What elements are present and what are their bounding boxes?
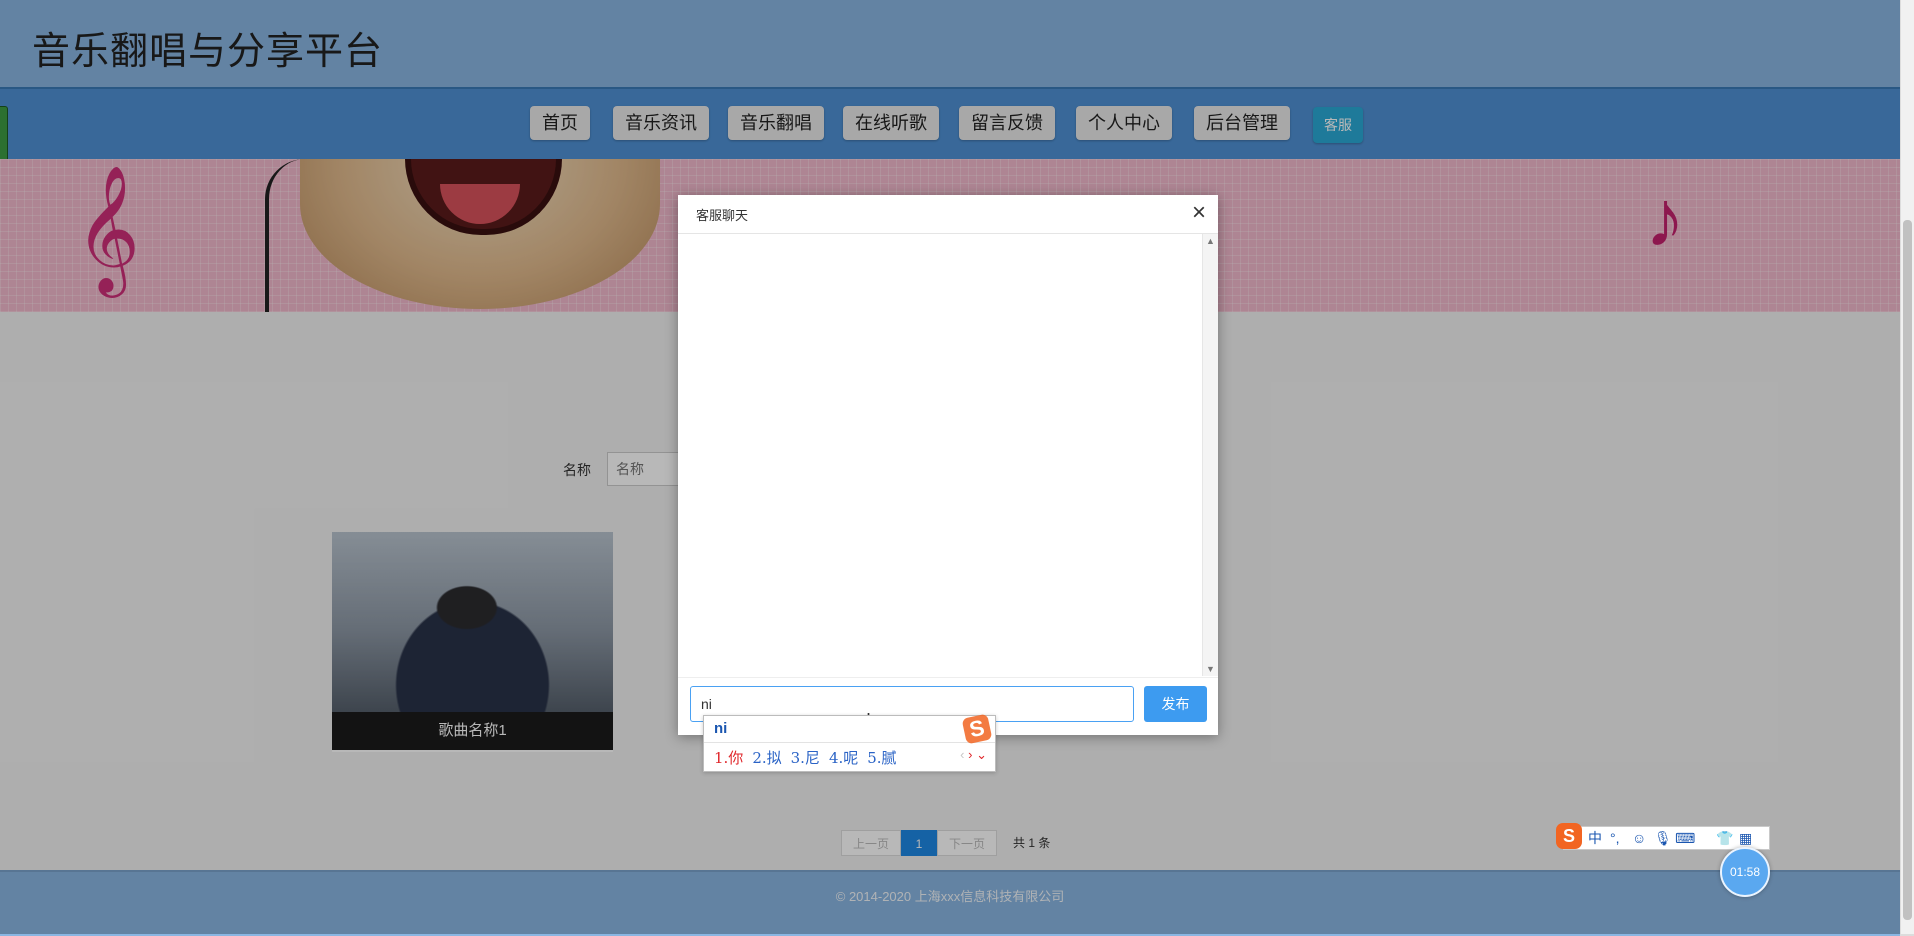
chevron-down-icon[interactable]: ⌄ bbox=[976, 747, 987, 762]
chat-dialog-title: 客服聊天 bbox=[696, 208, 749, 223]
sogou-logo-icon: S bbox=[961, 713, 993, 745]
chat-messages bbox=[678, 234, 1202, 676]
chat-dialog: 客服聊天 × ▲ ▼ ni 发布 bbox=[678, 195, 1218, 735]
skin-icon[interactable]: 👕 bbox=[1716, 829, 1733, 847]
ime-composition: ni bbox=[714, 720, 728, 737]
send-button[interactable]: 发布 bbox=[1144, 686, 1207, 722]
ime-candidate[interactable]: 4.呢 bbox=[829, 749, 858, 767]
scroll-down-icon[interactable]: ▼ bbox=[1206, 664, 1215, 674]
ime-candidate[interactable]: 3.尼 bbox=[791, 749, 820, 767]
timer-badge[interactable]: 01:58 bbox=[1720, 847, 1770, 897]
close-icon[interactable]: × bbox=[1192, 199, 1206, 227]
ime-candidates: 1.你 2.拟 3.尼 4.呢 5.腻 bbox=[714, 747, 906, 768]
page-scrollbar[interactable] bbox=[1900, 0, 1914, 934]
chat-dialog-header: 客服聊天 × bbox=[678, 195, 1218, 234]
chinese-mode-icon[interactable]: 中 bbox=[1588, 829, 1602, 847]
toolbox-icon[interactable]: ▦ bbox=[1739, 829, 1752, 847]
ime-status-bar: S 中 °, ☺ 🎙 ⌨ 👕 ▦ bbox=[1556, 823, 1770, 850]
sogou-logo-icon[interactable]: S bbox=[1556, 823, 1582, 849]
ime-candidate[interactable]: 1.你 bbox=[714, 749, 743, 767]
ime-page-nav: ‹ › ⌄ bbox=[960, 747, 987, 763]
microphone-icon[interactable]: 🎙 bbox=[1654, 829, 1672, 847]
keyboard-icon[interactable]: ⌨ bbox=[1675, 829, 1695, 847]
emoji-icon[interactable]: ☺ bbox=[1632, 829, 1646, 847]
page-scrollbar-thumb[interactable] bbox=[1903, 220, 1912, 920]
ime-candidate[interactable]: 5.腻 bbox=[867, 749, 896, 767]
ime-divider bbox=[704, 742, 995, 743]
chat-scrollbar[interactable]: ▲ ▼ bbox=[1202, 234, 1218, 676]
punctuation-icon[interactable]: °, bbox=[1610, 829, 1620, 847]
chevron-right-icon[interactable]: › bbox=[968, 747, 972, 762]
ime-candidate[interactable]: 2.拟 bbox=[752, 749, 781, 767]
chevron-left-icon[interactable]: ‹ bbox=[960, 747, 964, 762]
ime-candidate-window: ni 1.你 2.拟 3.尼 4.呢 5.腻 ‹ › ⌄ bbox=[703, 715, 996, 772]
scroll-up-icon[interactable]: ▲ bbox=[1206, 236, 1215, 246]
